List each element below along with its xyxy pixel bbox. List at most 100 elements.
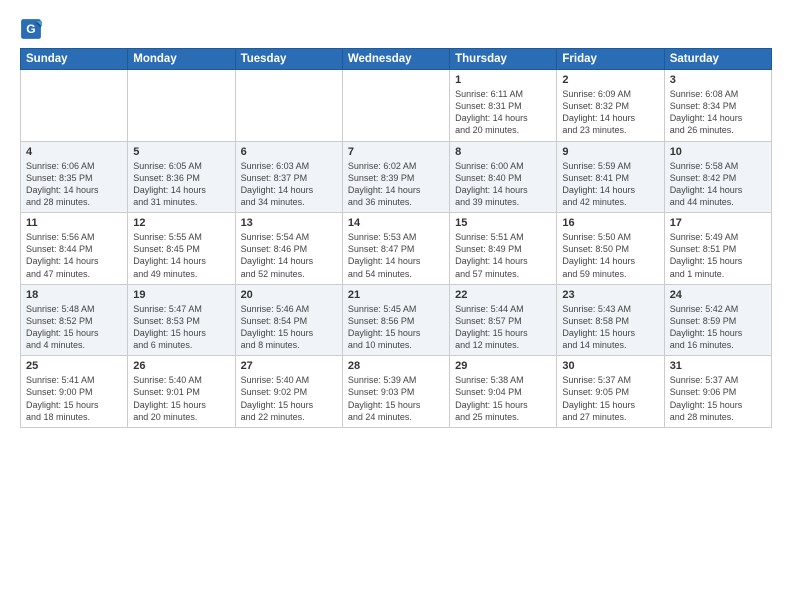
day-info: Sunrise: 6:00 AM Sunset: 8:40 PM Dayligh… xyxy=(455,160,551,209)
day-info: Sunrise: 5:37 AM Sunset: 9:06 PM Dayligh… xyxy=(670,374,766,423)
day-info: Sunrise: 5:44 AM Sunset: 8:57 PM Dayligh… xyxy=(455,303,551,352)
day-cell: 5Sunrise: 6:05 AM Sunset: 8:36 PM Daylig… xyxy=(128,141,235,213)
col-header-saturday: Saturday xyxy=(664,49,771,70)
col-header-thursday: Thursday xyxy=(450,49,557,70)
day-cell xyxy=(21,70,128,142)
day-cell: 28Sunrise: 5:39 AM Sunset: 9:03 PM Dayli… xyxy=(342,356,449,428)
day-cell: 29 Sunrise: 5:38 AM Sunset: 9:04 PM Dayli… xyxy=(450,356,557,428)
day-number: 24 xyxy=(670,289,766,301)
week-row-4: 18Sunrise: 5:48 AM Sunset: 8:52 PM Dayli… xyxy=(21,284,772,356)
day-info: Sunrise: 5:40 AM Sunset: 9:01 PM Dayligh… xyxy=(133,374,229,423)
day-cell xyxy=(235,70,342,142)
day-number: 23 xyxy=(562,289,658,301)
week-row-1: 1 Sunrise: 6:11 AM Sunset: 8:31 PM Daylig… xyxy=(21,70,772,142)
calendar-header: SundayMondayTuesdayWednesdayThursdayFrid… xyxy=(21,49,772,70)
logo: G xyxy=(20,18,46,40)
day-info: Sunrise: 6:02 AM Sunset: 8:39 PM Dayligh… xyxy=(348,160,444,209)
day-number: 16 xyxy=(562,217,658,229)
day-cell: 12Sunrise: 5:55 AM Sunset: 8:45 PM Dayli… xyxy=(128,213,235,285)
day-number: 27 xyxy=(241,360,337,372)
day-number: 1 xyxy=(455,74,551,86)
day-number: 2 xyxy=(562,74,658,86)
day-number: 30 xyxy=(562,360,658,372)
day-cell: 7Sunrise: 6:02 AM Sunset: 8:39 PM Daylig… xyxy=(342,141,449,213)
day-cell: 8 Sunrise: 6:00 AM Sunset: 8:40 PM Daylig… xyxy=(450,141,557,213)
col-header-sunday: Sunday xyxy=(21,49,128,70)
day-cell: 18Sunrise: 5:48 AM Sunset: 8:52 PM Dayli… xyxy=(21,284,128,356)
day-number: 8 xyxy=(455,146,551,158)
day-info: Sunrise: 5:55 AM Sunset: 8:45 PM Dayligh… xyxy=(133,231,229,280)
day-cell: 1 Sunrise: 6:11 AM Sunset: 8:31 PM Daylig… xyxy=(450,70,557,142)
header-row: SundayMondayTuesdayWednesdayThursdayFrid… xyxy=(21,49,772,70)
page: G SundayMondayTuesdayWednesdayThursdayFr… xyxy=(0,0,792,612)
day-info: Sunrise: 5:49 AM Sunset: 8:51 PM Dayligh… xyxy=(670,231,766,280)
day-number: 13 xyxy=(241,217,337,229)
col-header-tuesday: Tuesday xyxy=(235,49,342,70)
day-cell: 13 Sunrise: 5:54 AM Sunset: 8:46 PM Dayli… xyxy=(235,213,342,285)
day-number: 22 xyxy=(455,289,551,301)
day-cell: 4Sunrise: 6:06 AM Sunset: 8:35 PM Daylig… xyxy=(21,141,128,213)
header: G xyxy=(20,18,772,40)
day-info: Sunrise: 5:37 AM Sunset: 9:05 PM Dayligh… xyxy=(562,374,658,423)
day-cell: 10 Sunrise: 5:58 AM Sunset: 8:42 PM Dayli… xyxy=(664,141,771,213)
col-header-monday: Monday xyxy=(128,49,235,70)
day-info: Sunrise: 5:43 AM Sunset: 8:58 PM Dayligh… xyxy=(562,303,658,352)
day-info: Sunrise: 5:58 AM Sunset: 8:42 PM Dayligh… xyxy=(670,160,766,209)
day-number: 19 xyxy=(133,289,229,301)
day-cell: 24 Sunrise: 5:42 AM Sunset: 8:59 PM Dayli… xyxy=(664,284,771,356)
day-info: Sunrise: 5:53 AM Sunset: 8:47 PM Dayligh… xyxy=(348,231,444,280)
day-info: Sunrise: 5:39 AM Sunset: 9:03 PM Dayligh… xyxy=(348,374,444,423)
calendar-body: 1 Sunrise: 6:11 AM Sunset: 8:31 PM Daylig… xyxy=(21,70,772,428)
day-cell xyxy=(128,70,235,142)
day-number: 21 xyxy=(348,289,444,301)
day-number: 17 xyxy=(670,217,766,229)
day-info: Sunrise: 5:54 AM Sunset: 8:46 PM Dayligh… xyxy=(241,231,337,280)
day-info: Sunrise: 5:51 AM Sunset: 8:49 PM Dayligh… xyxy=(455,231,551,280)
col-header-wednesday: Wednesday xyxy=(342,49,449,70)
week-row-2: 4Sunrise: 6:06 AM Sunset: 8:35 PM Daylig… xyxy=(21,141,772,213)
day-number: 26 xyxy=(133,360,229,372)
day-info: Sunrise: 5:59 AM Sunset: 8:41 PM Dayligh… xyxy=(562,160,658,209)
day-info: Sunrise: 6:09 AM Sunset: 8:32 PM Dayligh… xyxy=(562,88,658,137)
week-row-3: 11 Sunrise: 5:56 AM Sunset: 8:44 PM Dayli… xyxy=(21,213,772,285)
day-info: Sunrise: 5:38 AM Sunset: 9:04 PM Dayligh… xyxy=(455,374,551,423)
day-number: 29 xyxy=(455,360,551,372)
day-cell: 21Sunrise: 5:45 AM Sunset: 8:56 PM Dayli… xyxy=(342,284,449,356)
day-number: 10 xyxy=(670,146,766,158)
day-number: 18 xyxy=(26,289,122,301)
svg-text:G: G xyxy=(26,22,35,36)
day-cell: 19 Sunrise: 5:47 AM Sunset: 8:53 PM Dayli… xyxy=(128,284,235,356)
day-number: 20 xyxy=(241,289,337,301)
logo-icon: G xyxy=(20,18,42,40)
day-info: Sunrise: 6:05 AM Sunset: 8:36 PM Dayligh… xyxy=(133,160,229,209)
calendar: SundayMondayTuesdayWednesdayThursdayFrid… xyxy=(20,48,772,428)
day-info: Sunrise: 6:11 AM Sunset: 8:31 PM Dayligh… xyxy=(455,88,551,137)
day-info: Sunrise: 6:03 AM Sunset: 8:37 PM Dayligh… xyxy=(241,160,337,209)
day-cell: 30 Sunrise: 5:37 AM Sunset: 9:05 PM Dayli… xyxy=(557,356,664,428)
day-number: 31 xyxy=(670,360,766,372)
day-cell: 15 Sunrise: 5:51 AM Sunset: 8:49 PM Dayli… xyxy=(450,213,557,285)
day-cell: 3 Sunrise: 6:08 AM Sunset: 8:34 PM Daylig… xyxy=(664,70,771,142)
day-cell: 31 Sunrise: 5:37 AM Sunset: 9:06 PM Dayli… xyxy=(664,356,771,428)
col-header-friday: Friday xyxy=(557,49,664,70)
day-info: Sunrise: 5:40 AM Sunset: 9:02 PM Dayligh… xyxy=(241,374,337,423)
day-cell: 26 Sunrise: 5:40 AM Sunset: 9:01 PM Dayli… xyxy=(128,356,235,428)
day-cell: 27 Sunrise: 5:40 AM Sunset: 9:02 PM Dayli… xyxy=(235,356,342,428)
day-info: Sunrise: 5:46 AM Sunset: 8:54 PM Dayligh… xyxy=(241,303,337,352)
day-info: Sunrise: 5:56 AM Sunset: 8:44 PM Dayligh… xyxy=(26,231,122,280)
day-info: Sunrise: 6:06 AM Sunset: 8:35 PM Dayligh… xyxy=(26,160,122,209)
day-number: 6 xyxy=(241,146,337,158)
week-row-5: 25Sunrise: 5:41 AM Sunset: 9:00 PM Dayli… xyxy=(21,356,772,428)
day-number: 14 xyxy=(348,217,444,229)
day-number: 3 xyxy=(670,74,766,86)
day-number: 15 xyxy=(455,217,551,229)
day-cell: 25Sunrise: 5:41 AM Sunset: 9:00 PM Dayli… xyxy=(21,356,128,428)
day-number: 25 xyxy=(26,360,122,372)
day-cell: 23 Sunrise: 5:43 AM Sunset: 8:58 PM Dayli… xyxy=(557,284,664,356)
day-cell: 9 Sunrise: 5:59 AM Sunset: 8:41 PM Daylig… xyxy=(557,141,664,213)
day-info: Sunrise: 5:42 AM Sunset: 8:59 PM Dayligh… xyxy=(670,303,766,352)
day-number: 11 xyxy=(26,217,122,229)
day-info: Sunrise: 6:08 AM Sunset: 8:34 PM Dayligh… xyxy=(670,88,766,137)
day-info: Sunrise: 5:47 AM Sunset: 8:53 PM Dayligh… xyxy=(133,303,229,352)
day-number: 9 xyxy=(562,146,658,158)
